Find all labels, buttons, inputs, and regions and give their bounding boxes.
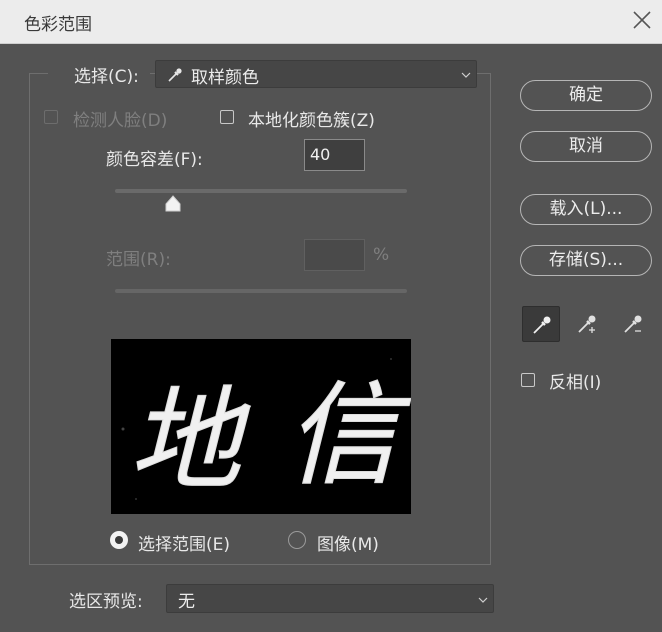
save-button[interactable]: 存储(S)... — [520, 245, 652, 276]
detect-faces-label: 检测人脸(D) — [73, 111, 168, 131]
selection-radio[interactable] — [110, 531, 128, 549]
selection-preview-image: 地 信 — [111, 339, 412, 514]
selection-preview-dropdown[interactable]: 无 — [166, 584, 494, 613]
localized-clusters-label: 本地化颜色簇(Z) — [248, 111, 375, 131]
select-label: 选择(C): — [74, 67, 139, 87]
eyedropper-minus-icon — [624, 315, 642, 333]
preview-char-1: 地 — [129, 376, 251, 506]
range-input[interactable] — [304, 239, 365, 271]
range-slider-track — [115, 289, 407, 293]
load-button[interactable]: 载入(L)... — [520, 194, 652, 225]
eyedropper-plus-icon — [578, 315, 596, 333]
preview-char-2: 信 — [286, 371, 411, 501]
localized-clusters-checkbox[interactable] — [220, 110, 234, 124]
close-icon[interactable] — [631, 9, 653, 31]
select-dropdown[interactable]: 取样颜色 — [155, 60, 477, 88]
ok-button[interactable]: 确定 — [520, 80, 652, 111]
calligraphy-mask: 地 信 — [121, 358, 412, 507]
detect-faces-checkbox[interactable] — [44, 110, 58, 124]
image-radio[interactable] — [288, 531, 306, 549]
fuzziness-slider-track[interactable] — [115, 189, 407, 193]
select-value: 取样颜色 — [191, 68, 259, 88]
selection-preview-label: 选区预览: — [69, 592, 143, 612]
cancel-button[interactable]: 取消 — [520, 131, 652, 162]
fuzziness-input[interactable]: 40 — [304, 139, 365, 171]
fuzziness-label: 颜色容差(F): — [106, 150, 203, 170]
chevron-down-icon — [478, 597, 488, 603]
selection-preview-value: 无 — [178, 592, 195, 612]
fuzziness-slider-thumb[interactable] — [164, 195, 182, 212]
range-unit: % — [373, 245, 390, 265]
eyedropper-icon — [168, 68, 182, 82]
eyedropper-plus-tool[interactable] — [568, 306, 606, 342]
eyedropper-tool[interactable] — [522, 306, 560, 342]
selection-radio-label: 选择范围(E) — [138, 535, 231, 555]
image-radio-label: 图像(M) — [317, 535, 379, 555]
eyedropper-minus-tool[interactable] — [614, 306, 652, 342]
range-label: 范围(R): — [106, 250, 171, 270]
invert-label: 反相(I) — [549, 373, 602, 393]
chevron-down-icon — [461, 72, 471, 78]
invert-checkbox[interactable] — [521, 373, 535, 387]
title-bar: 色彩范围 — [0, 0, 662, 44]
eyedropper-icon — [533, 316, 551, 334]
dialog-title: 色彩范围 — [24, 15, 92, 35]
